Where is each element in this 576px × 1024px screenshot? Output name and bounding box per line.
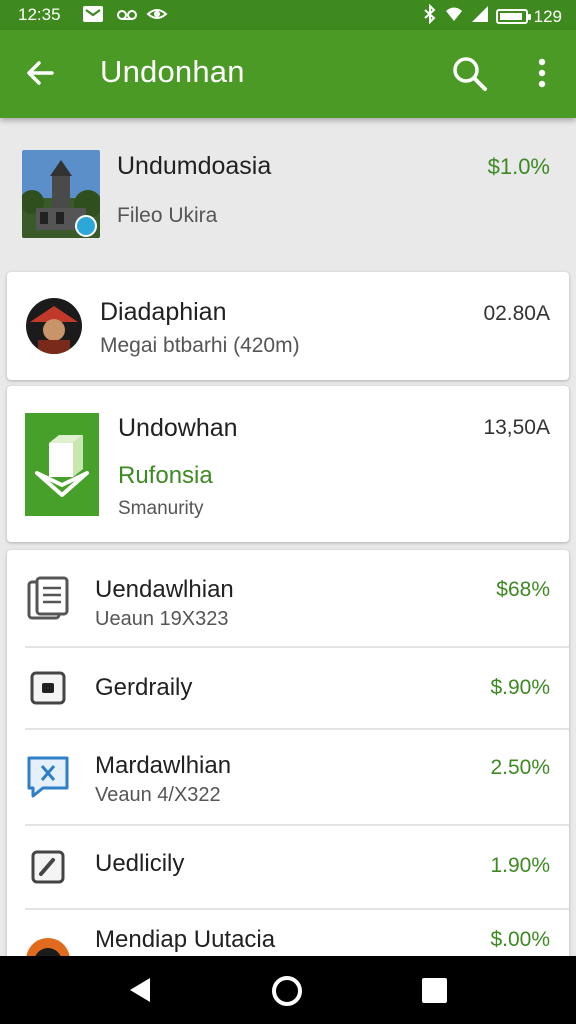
person-card[interactable]: Diadaphian Megai btbarhi (420m) 02.80A (7, 272, 569, 380)
list-item-name: Uedlicily (95, 850, 185, 877)
back-arrow-icon[interactable] (22, 55, 58, 91)
featured-name: Undumdoasia (117, 152, 272, 180)
camera-icon (25, 665, 71, 711)
list-item[interactable]: Uedlicily 1.90% (7, 826, 569, 908)
document-icon (25, 576, 71, 622)
app-title: Undonhan (100, 54, 245, 89)
avatar (26, 298, 82, 354)
system-nav-bar (0, 956, 576, 1024)
nav-recents-icon[interactable] (422, 978, 447, 1003)
person-amount: 02.80A (483, 302, 550, 325)
app-name: Undowhan (118, 414, 238, 442)
edit-icon (25, 844, 71, 890)
list-item-name: Mardawlhian (95, 752, 232, 779)
system-icons: 129 (422, 3, 562, 29)
list-item-subtitle: Ueaun 19X323 (95, 608, 229, 630)
list-item-name: Gerdraily (95, 674, 193, 701)
battery-icon (495, 9, 531, 24)
list-item-value: 2.50% (490, 756, 550, 779)
list-item[interactable]: Mardawlhian Veaun 4/X322 2.50% (7, 730, 569, 824)
gmail-icon (82, 4, 104, 24)
list-item[interactable]: Uendawlhian Ueaun 19X323 $68% (7, 550, 569, 646)
list-item-name: Uendawlhian (95, 576, 234, 603)
featured-subtitle: Fileo Ukira (117, 204, 218, 227)
eye-icon (146, 4, 168, 24)
person-name: Diadaphian (100, 298, 227, 326)
package-icon (25, 413, 99, 516)
list-item-value: $.00% (490, 928, 550, 951)
app-subtitle: Smanurity (118, 498, 204, 519)
nav-home-icon[interactable] (270, 974, 304, 1008)
app-bar: Undonhan (0, 30, 576, 118)
wifi-icon (444, 4, 464, 29)
nav-back-icon[interactable] (126, 976, 154, 1004)
list-item-value: $.90% (490, 676, 550, 699)
bluetooth-icon (422, 3, 438, 29)
person-subtitle: Megai btbarhi (420m) (100, 334, 300, 357)
chat-bubble-icon (25, 752, 71, 798)
status-time: 12:35 (18, 5, 61, 24)
app-card[interactable]: Undowhan Rufonsia Smanurity 13,50A (7, 386, 569, 542)
featured-item[interactable]: Undumdoasia Fileo Ukira $1.0% (0, 118, 576, 268)
search-icon[interactable] (450, 54, 490, 94)
voicemail-icon (116, 4, 138, 24)
list-item-value: $68% (496, 578, 550, 601)
featured-thumbnail (22, 150, 100, 238)
list-item-subtitle: Veaun 4/X322 (95, 784, 221, 806)
more-vert-icon[interactable] (528, 54, 556, 94)
app-amount: 13,50A (483, 416, 550, 439)
featured-price: $1.0% (487, 154, 550, 179)
list-item-name: Mendiap Uutacia (95, 926, 276, 953)
app-accent-text: Rufonsia (118, 462, 213, 489)
status-bar: 12:35 129 (0, 0, 576, 30)
status-signal-text: 129 (533, 6, 562, 26)
item-list: Uendawlhian Ueaun 19X323 $68% Gerdraily … (7, 550, 569, 982)
list-item[interactable]: Gerdraily $.90% (7, 648, 569, 728)
battery-fill (499, 13, 522, 20)
signal-icon (470, 4, 490, 29)
list-item-value: 1.90% (490, 854, 550, 877)
